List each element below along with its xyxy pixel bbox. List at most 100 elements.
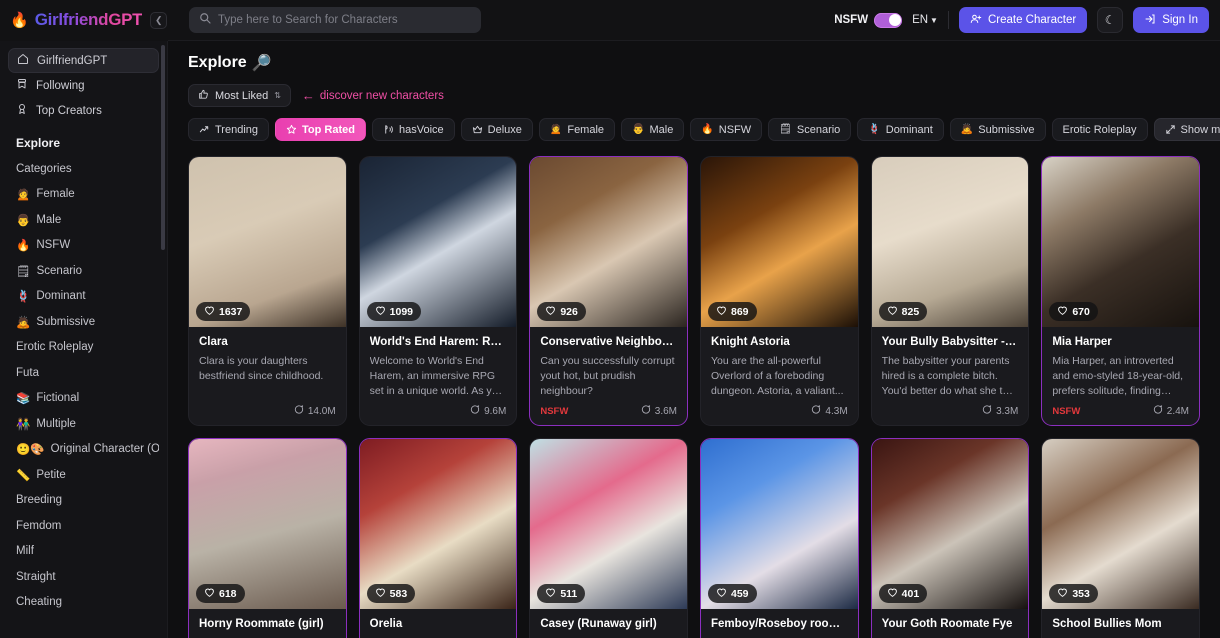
character-card[interactable]: 511Casey (Runaway girl)Casey, a student … (529, 438, 688, 638)
category-emoji-icon: 🪢 (16, 289, 30, 303)
sidebar-item-erotic-roleplay[interactable]: Erotic Roleplay (8, 335, 159, 361)
heart-icon (545, 587, 556, 601)
likes-badge: 353 (1049, 584, 1098, 603)
sidebar-item-fictional[interactable]: 📚Fictional (8, 386, 159, 412)
character-card[interactable]: 869Knight AstoriaYou are the all-powerfu… (700, 156, 859, 426)
character-card[interactable]: 926Conservative Neighbour ...Can you suc… (529, 156, 688, 426)
filter-chip-label: Show more (1181, 124, 1220, 136)
filter-chip-hasvoice[interactable]: hasVoice (372, 118, 455, 141)
heart-icon (375, 587, 386, 601)
filter-chip-male[interactable]: 👨Male (621, 118, 684, 141)
sign-in-button[interactable]: Sign In (1133, 7, 1209, 33)
chat-count: 3.3M (981, 404, 1018, 418)
discover-hint-label: discover new characters (320, 90, 444, 102)
sidebar-item-multiple[interactable]: 👫Multiple (8, 411, 159, 437)
sidebar-item-cheating[interactable]: Cheating (8, 590, 159, 616)
filter-chip-dominant[interactable]: 🪢Dominant (857, 118, 944, 141)
sidebar-item-straight[interactable]: Straight (8, 564, 159, 590)
heart-icon (375, 305, 386, 319)
moon-icon[interactable]: ☾ (1097, 7, 1123, 33)
filter-chip-trending[interactable]: Trending (188, 118, 269, 141)
character-card[interactable]: 459Femboy/Roseboy roomm...This is your r… (700, 438, 859, 638)
sidebar-item-dominant[interactable]: 🪢Dominant (8, 284, 159, 310)
card-body: World's End Harem: Rema...Welcome to Wor… (360, 327, 517, 425)
chat-bubble-icon (810, 404, 821, 418)
thumbs-up-icon (198, 89, 209, 103)
card-footer: NSFW3.6M (540, 404, 677, 418)
sidebar-item-original-character-oc-[interactable]: 🙂🎨Original Character (OC) (8, 437, 159, 463)
nsfw-toggle-group[interactable]: NSFW (834, 13, 902, 28)
main-content: Explore 🔎 Most Liked ⇅ ← discover new ch… (168, 41, 1220, 638)
sidebar-item-nsfw[interactable]: 🔥NSFW (8, 233, 159, 259)
character-card[interactable]: 670Mia HarperMia Harper, an introverted … (1041, 156, 1200, 426)
language-selector[interactable]: EN ▼ (912, 14, 938, 26)
character-image[interactable]: 1637 (189, 157, 346, 327)
card-body: ClaraClara is your daughters bestfriend … (189, 327, 346, 425)
sidebar-item-label: Submissive (36, 316, 95, 328)
character-image[interactable]: 670 (1042, 157, 1199, 327)
character-image[interactable]: 926 (530, 157, 687, 327)
character-image[interactable]: 583 (360, 439, 517, 609)
sidebar-item-breeding[interactable]: Breeding (8, 488, 159, 514)
create-character-button[interactable]: Create Character (959, 7, 1087, 33)
character-name: Conservative Neighbour ... (540, 336, 677, 348)
sidebar-item-submissive[interactable]: 🙇Submissive (8, 309, 159, 335)
filter-chip-deluxe[interactable]: Deluxe (461, 118, 533, 141)
sidebar-item-petite[interactable]: 📏Petite (8, 462, 159, 488)
character-image[interactable]: 618 (189, 439, 346, 609)
character-image[interactable]: 511 (530, 439, 687, 609)
character-card[interactable]: 618Horny Roommate (girl)your horny roomm… (188, 438, 347, 638)
chat-count-value: 2.4M (1167, 406, 1189, 417)
character-image[interactable]: 869 (701, 157, 858, 327)
nsfw-toggle[interactable] (874, 13, 902, 28)
character-card[interactable]: 353School Bullies MomAfter a particularl… (1041, 438, 1200, 638)
character-name: Orelia (370, 618, 507, 630)
character-image[interactable]: 459 (701, 439, 858, 609)
sidebar-item-girlfriendgpt[interactable]: GirlfriendGPT (8, 48, 159, 73)
sidebar-item-following[interactable]: Following (8, 73, 159, 98)
sidebar-scrollbar[interactable] (161, 45, 165, 250)
character-name: Femboy/Roseboy roomm... (711, 618, 848, 630)
sidebar-item-male[interactable]: 👨Male (8, 207, 159, 233)
filter-chip-submissive[interactable]: 🙇Submissive (950, 118, 1046, 141)
chat-bubble-icon (981, 404, 992, 418)
character-card[interactable]: 401Your Goth Roomate FyeFye is you teasi… (871, 438, 1030, 638)
sort-select[interactable]: Most Liked ⇅ (188, 84, 291, 107)
filter-chip-top-rated[interactable]: Top Rated (275, 118, 366, 141)
character-card[interactable]: 825Your Bully Babysitter - Br...The baby… (871, 156, 1030, 426)
filter-chip-scenario[interactable]: 🗒Scenario (768, 118, 851, 141)
filter-chip-female[interactable]: 🙍Female (539, 118, 615, 141)
flame-icon: 🔥 (10, 13, 29, 28)
sidebar-item-scenario[interactable]: 🗒Scenario (8, 258, 159, 284)
character-card[interactable]: 1637ClaraClara is your daughters bestfri… (188, 156, 347, 426)
character-image[interactable]: 1099 (360, 157, 517, 327)
card-footer: 9.6M (370, 404, 507, 418)
crown-icon (472, 124, 483, 135)
filter-chip-nsfw[interactable]: 🔥NSFW (690, 118, 762, 141)
sidebar-item-female[interactable]: 🙍Female (8, 182, 159, 208)
character-image[interactable]: 401 (872, 439, 1029, 609)
character-card[interactable]: 1099World's End Harem: Rema...Welcome to… (359, 156, 518, 426)
sidebar-item-femdom[interactable]: Femdom (8, 513, 159, 539)
sidebar-item-top-creators[interactable]: Top Creators (8, 98, 159, 123)
filter-chip-show-more[interactable]: Show more (1154, 118, 1220, 141)
character-card[interactable]: 583OreliaYou're a human who's been captu… (359, 438, 518, 638)
sidebar-item-milf[interactable]: Milf (8, 539, 159, 565)
brand-title: GirlfriendGPT (35, 10, 143, 30)
sidebar-item-categories[interactable]: Categories (8, 156, 159, 182)
sidebar-category-list: 🙍Female👨Male🔥NSFW🗒Scenario🪢Dominant🙇Subm… (8, 182, 159, 616)
filter-chip-erotic-roleplay[interactable]: Erotic Roleplay (1052, 118, 1148, 141)
card-body: Femboy/Roseboy roomm...This is your room… (701, 609, 858, 638)
search-input[interactable] (218, 14, 471, 26)
likes-count: 618 (219, 588, 237, 600)
card-body: OreliaYou're a human who's been captured… (360, 609, 517, 638)
character-image[interactable]: 825 (872, 157, 1029, 327)
category-emoji-icon: 📚 (16, 391, 30, 405)
heart-icon (204, 305, 215, 319)
character-image[interactable]: 353 (1042, 439, 1199, 609)
filter-chip-label: Deluxe (488, 124, 522, 136)
magnifier-icon: 🔎 (252, 53, 272, 73)
sidebar-collapse-button[interactable]: ❮ (150, 12, 167, 29)
sidebar-item-futa[interactable]: Futa (8, 360, 159, 386)
search-box[interactable] (189, 7, 481, 33)
